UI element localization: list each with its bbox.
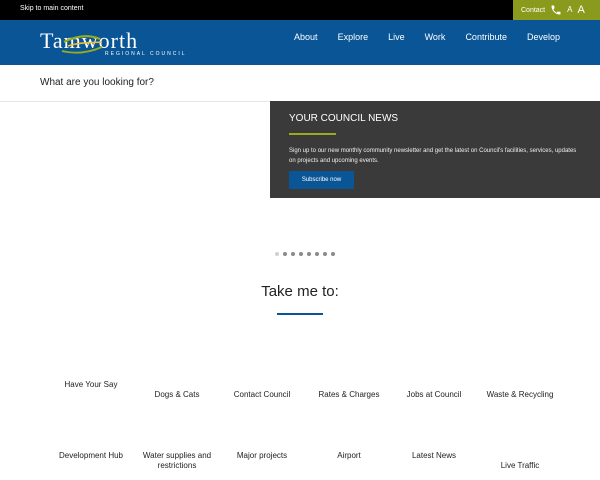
take-me-to-heading: Take me to: [261,283,339,300]
carousel-dot[interactable] [299,252,303,256]
nav-contribute[interactable]: Contribute [465,32,507,42]
carousel-dot[interactable] [307,252,311,256]
top-utility-bar: Skip to main content Contact A A [0,0,600,20]
phone-icon[interactable] [550,4,562,16]
subscribe-button[interactable]: Subscribe now [289,171,354,189]
nav-develop[interactable]: Develop [527,32,560,42]
quick-link-live-traffic[interactable]: Live Traffic [480,461,560,471]
skip-to-content-link[interactable]: Skip to main content [20,5,83,12]
nav-about[interactable]: About [294,32,318,42]
quick-link-airport[interactable]: Airport [309,451,389,461]
search-bar[interactable]: What are you looking for? [0,65,600,102]
quick-link-water-supplies[interactable]: Water supplies and restrictions [137,451,217,471]
font-size-small-button[interactable]: A [567,6,572,14]
nav-live[interactable]: Live [388,32,405,42]
quick-link-contact-council[interactable]: Contact Council [222,390,302,400]
carousel-dot[interactable] [275,252,279,256]
take-me-to-divider [277,313,323,315]
council-news-panel: YOUR COUNCIL NEWS Sign up to our new mon… [270,101,600,198]
site-header: Tamworth REGIONAL COUNCIL About Explore … [0,20,600,65]
quick-link-dogs-cats[interactable]: Dogs & Cats [137,390,217,400]
logo-subtitle: REGIONAL COUNCIL [105,51,187,57]
quick-link-latest-news[interactable]: Latest News [394,451,474,461]
carousel-dots [275,252,335,256]
carousel-dot[interactable] [315,252,319,256]
site-logo[interactable]: Tamworth REGIONAL COUNCIL [40,28,215,60]
news-description: Sign up to our new monthly community new… [289,148,577,164]
nav-work[interactable]: Work [425,32,446,42]
contact-box: Contact A A [513,0,600,20]
font-size-large-button[interactable]: A [577,4,584,16]
search-prompt[interactable]: What are you looking for? [40,77,154,88]
quick-link-have-your-say[interactable]: Have Your Say [51,380,131,390]
contact-link[interactable]: Contact [521,7,545,14]
carousel-dot[interactable] [291,252,295,256]
carousel-dot[interactable] [323,252,327,256]
quick-link-development-hub[interactable]: Development Hub [51,451,131,461]
carousel-dot[interactable] [331,252,335,256]
quick-link-rates-charges[interactable]: Rates & Charges [309,390,389,400]
quick-link-jobs-at-council[interactable]: Jobs at Council [394,390,474,400]
news-title: YOUR COUNCIL NEWS [289,113,399,124]
main-nav: About Explore Live Work Contribute Devel… [294,32,560,42]
quick-link-major-projects[interactable]: Major projects [222,451,302,461]
nav-explore[interactable]: Explore [338,32,369,42]
news-title-divider [289,133,336,135]
quick-link-waste-recycling[interactable]: Waste & Recycling [480,390,560,400]
carousel-dot[interactable] [283,252,287,256]
